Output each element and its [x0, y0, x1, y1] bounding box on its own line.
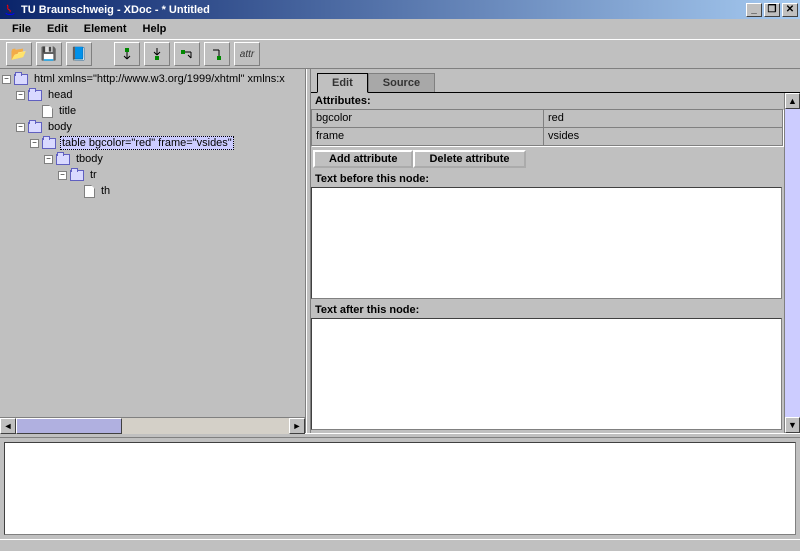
text-before-input[interactable]	[311, 187, 782, 299]
tree-node-head[interactable]: − head	[2, 87, 305, 103]
java-icon	[2, 2, 18, 18]
workspace: −html xmlns="http://www.w3.org/1999/xhtm…	[0, 69, 800, 433]
insert-wrap-button[interactable]	[204, 42, 230, 66]
attribute-button[interactable]: attr	[234, 42, 260, 66]
collapse-icon[interactable]: −	[44, 155, 53, 164]
scroll-track[interactable]	[16, 418, 289, 434]
tree-label: th	[99, 184, 112, 198]
tree-label: table bgcolor="red" frame="vsides"	[60, 136, 234, 150]
save-button[interactable]: 💾	[36, 42, 62, 66]
attribute-row[interactable]: bgcolor red	[312, 110, 783, 128]
collapse-icon[interactable]: −	[58, 171, 67, 180]
menu-file[interactable]: File	[4, 21, 39, 37]
attribute-row[interactable]: frame vsides	[312, 128, 783, 146]
tab-source[interactable]: Source	[368, 73, 435, 92]
text-after-input[interactable]	[311, 318, 782, 430]
folder-icon	[28, 122, 42, 133]
tree-label: tr	[88, 168, 99, 182]
folder-icon	[70, 170, 84, 181]
attributes-table: bgcolor red frame vsides	[311, 109, 784, 147]
menu-edit[interactable]: Edit	[39, 21, 76, 37]
tree-node-tbody[interactable]: − tbody	[2, 151, 305, 167]
folder-icon	[56, 154, 70, 165]
tab-strip: Edit Source	[311, 72, 800, 92]
tree-h-scrollbar[interactable]: ◄ ►	[0, 417, 305, 433]
status-bar	[0, 539, 800, 551]
document-button[interactable]: 📘	[66, 42, 92, 66]
title-bar: TU Braunschweig - XDoc - * Untitled _ ❐ …	[0, 0, 800, 19]
collapse-icon[interactable]: −	[2, 75, 11, 84]
attribute-buttons: Add attribute Delete attribute	[311, 147, 784, 171]
tree-node-th[interactable]: th	[2, 183, 305, 199]
attribute-value[interactable]: vsides	[544, 128, 783, 145]
scroll-down-icon[interactable]: ▼	[785, 417, 800, 433]
horizontal-splitter[interactable]	[0, 433, 800, 438]
tree-label: body	[46, 120, 74, 134]
delete-attribute-button[interactable]: Delete attribute	[413, 150, 525, 168]
maximize-button[interactable]: ❐	[764, 3, 780, 17]
attribute-name[interactable]: bgcolor	[312, 110, 544, 127]
menu-help[interactable]: Help	[135, 21, 175, 37]
open-button[interactable]: 📂	[6, 42, 32, 66]
menu-element[interactable]: Element	[76, 21, 135, 37]
attribute-name[interactable]: frame	[312, 128, 544, 145]
tree-node-html[interactable]: − html xmlns="http://www.w3.org/1999/xhtm…	[2, 71, 305, 87]
text-before-heading: Text before this node:	[311, 171, 784, 187]
tree-node-body[interactable]: − body	[2, 119, 305, 135]
tree-pane: −html xmlns="http://www.w3.org/1999/xhtm…	[0, 69, 306, 433]
scroll-up-icon[interactable]: ▲	[785, 93, 800, 109]
close-button[interactable]: ✕	[782, 3, 798, 17]
tree-node-table[interactable]: − table bgcolor="red" frame="vsides"	[2, 135, 305, 151]
panel-v-scrollbar[interactable]: ▲ ▼	[784, 93, 800, 433]
collapse-icon[interactable]: −	[16, 91, 25, 100]
attributes-heading: Attributes:	[311, 93, 784, 109]
insert-after-button[interactable]	[174, 42, 200, 66]
insert-inside-button[interactable]	[144, 42, 170, 66]
tree-node-tr[interactable]: − tr	[2, 167, 305, 183]
text-after-heading: Text after this node:	[311, 302, 784, 318]
output-pane[interactable]	[4, 442, 796, 535]
insert-before-button[interactable]	[114, 42, 140, 66]
tree-label: html xmlns="http://www.w3.org/1999/xhtml…	[32, 72, 287, 86]
tree-label: tbody	[74, 152, 105, 166]
window-title: TU Braunschweig - XDoc - * Untitled	[21, 4, 744, 16]
tab-panel: Attributes: bgcolor red frame vsides Add…	[311, 92, 800, 433]
collapse-icon[interactable]: −	[16, 123, 25, 132]
element-tree[interactable]: −html xmlns="http://www.w3.org/1999/xhtm…	[0, 69, 305, 417]
menu-bar: File Edit Element Help	[0, 19, 800, 39]
edit-panel: Attributes: bgcolor red frame vsides Add…	[311, 93, 784, 433]
minimize-button[interactable]: _	[746, 3, 762, 17]
file-icon	[84, 185, 95, 198]
folder-icon	[14, 74, 28, 85]
tab-edit[interactable]: Edit	[317, 73, 368, 93]
scroll-right-icon[interactable]: ►	[289, 418, 305, 434]
scroll-track[interactable]	[785, 109, 800, 417]
scroll-thumb[interactable]	[16, 418, 122, 434]
folder-icon	[42, 138, 56, 149]
attribute-value[interactable]: red	[544, 110, 783, 127]
toolbar: 📂 💾 📘 attr	[0, 39, 800, 69]
properties-pane: Edit Source Attributes: bgcolor red fram…	[311, 69, 800, 433]
folder-icon	[28, 90, 42, 101]
tree-node-title[interactable]: title	[2, 103, 305, 119]
add-attribute-button[interactable]: Add attribute	[313, 150, 413, 168]
file-icon	[42, 105, 53, 118]
scroll-left-icon[interactable]: ◄	[0, 418, 16, 434]
collapse-icon[interactable]: −	[30, 139, 39, 148]
tree-label: head	[46, 88, 74, 102]
tree-label: title	[57, 104, 78, 118]
